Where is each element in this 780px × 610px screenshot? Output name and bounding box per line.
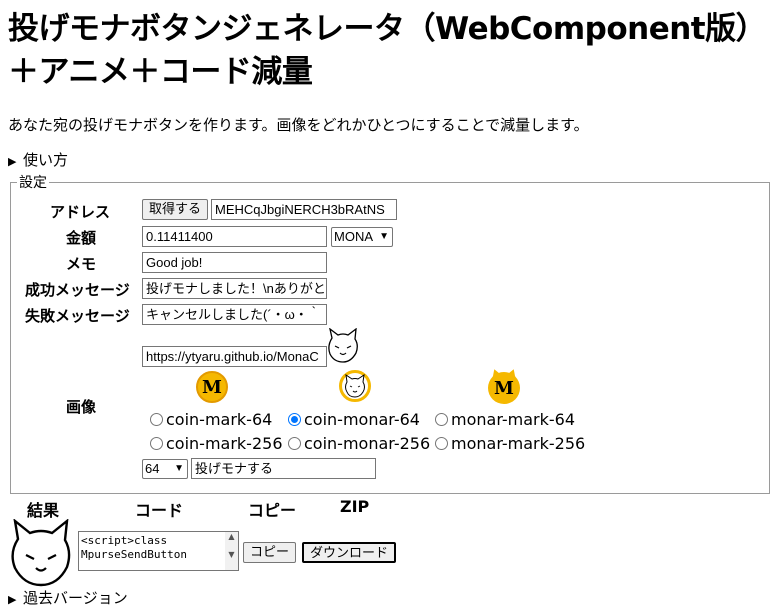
radio-indicator[interactable] bbox=[150, 437, 163, 450]
radio-indicator-checked[interactable] bbox=[288, 413, 301, 426]
image-label: 画像 bbox=[66, 398, 97, 416]
result-header: 結果 bbox=[27, 501, 60, 520]
success-message-label: 成功メッセージ bbox=[25, 281, 130, 299]
code-textarea[interactable]: <script>class MpurseSendButton bbox=[78, 531, 239, 571]
radio-indicator[interactable] bbox=[288, 437, 301, 450]
disclosure-triangle-icon: ▶ bbox=[8, 155, 17, 168]
page-title-line2: ＋アニメ＋コード減量 bbox=[8, 54, 313, 90]
amount-label: 金額 bbox=[66, 229, 97, 247]
chevron-down-icon: ▼ bbox=[174, 463, 184, 474]
past-versions-label: 過去バージョン bbox=[23, 589, 128, 607]
failure-message-input[interactable]: キャンセルしました(´・ω・｀ bbox=[142, 304, 327, 325]
download-button[interactable]: ダウンロード bbox=[302, 542, 397, 563]
radio-monar-mark-256[interactable]: monar-mark-256 bbox=[435, 434, 585, 453]
intro-text: あなた宛の投げモナボタンを作ります。画像をどれかひとつにすることで減量します。 bbox=[8, 116, 589, 134]
usage-disclosure[interactable]: ▶ 使い方 bbox=[8, 150, 68, 172]
amount-input[interactable]: 0.11411400 bbox=[142, 226, 327, 247]
radio-coin-monar-64[interactable]: coin-monar-64 bbox=[288, 410, 420, 429]
monar-face-icon bbox=[345, 374, 365, 398]
unit-select[interactable]: MONA ▼ bbox=[331, 227, 393, 247]
zip-header: ZIP bbox=[340, 497, 370, 516]
chevron-down-icon: ▼ bbox=[379, 231, 389, 242]
radio-coin-mark-64[interactable]: coin-mark-64 bbox=[150, 410, 272, 429]
radio-indicator[interactable] bbox=[435, 413, 448, 426]
radio-monar-mark-64[interactable]: monar-mark-64 bbox=[435, 410, 575, 429]
coin-mark-icon: M bbox=[196, 371, 228, 403]
result-cat-button-icon[interactable] bbox=[8, 519, 74, 589]
address-label: アドレス bbox=[50, 203, 111, 221]
monar-mark-icon: M bbox=[488, 372, 520, 404]
copy-header: コピー bbox=[248, 501, 297, 520]
memo-input[interactable]: Good job! bbox=[142, 252, 327, 273]
code-header: コード bbox=[135, 501, 184, 520]
textarea-scrollbar[interactable]: ▲ ▼ bbox=[225, 532, 238, 570]
settings-legend: 設定 bbox=[19, 175, 47, 191]
page-title: 投げモナボタンジェネレータ（WebComponent版） ＋アニメ＋コード減量 bbox=[8, 8, 767, 94]
memo-label: メモ bbox=[66, 255, 97, 273]
radio-indicator[interactable] bbox=[150, 413, 163, 426]
fetch-address-button[interactable]: 取得する bbox=[142, 199, 209, 220]
past-versions-disclosure[interactable]: ▶ 過去バージョン bbox=[8, 588, 128, 610]
button-text-input[interactable]: 投げモナする bbox=[191, 458, 376, 479]
page-title-line1: 投げモナボタンジェネレータ（WebComponent版） bbox=[8, 11, 767, 47]
image-url-input[interactable]: https://ytyaru.github.io/MonaC bbox=[142, 346, 327, 367]
failure-message-label: 失敗メッセージ bbox=[25, 307, 130, 325]
size-select[interactable]: 64 ▼ bbox=[142, 459, 188, 479]
success-message-input[interactable]: 投げモナしました！\nありがと bbox=[142, 278, 327, 299]
unit-value: MONA bbox=[334, 229, 373, 244]
cat-preview-icon bbox=[328, 328, 358, 363]
disclosure-triangle-icon: ▶ bbox=[8, 593, 17, 606]
radio-coin-mark-256[interactable]: coin-mark-256 bbox=[150, 434, 283, 453]
copy-button[interactable]: コピー bbox=[243, 542, 297, 563]
coin-monar-icon bbox=[339, 370, 371, 402]
usage-label: 使い方 bbox=[23, 151, 69, 169]
address-input[interactable]: MEHCqJbgiNERCH3bRAtNS bbox=[211, 199, 397, 220]
size-value: 64 bbox=[145, 461, 160, 476]
radio-indicator[interactable] bbox=[435, 437, 448, 450]
radio-coin-monar-256[interactable]: coin-monar-256 bbox=[288, 434, 430, 453]
